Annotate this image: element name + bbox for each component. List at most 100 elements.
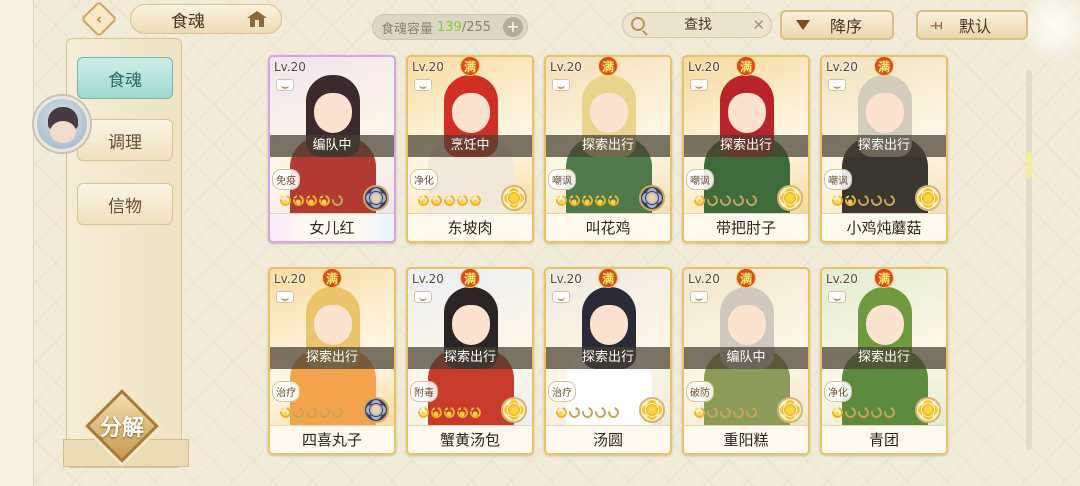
card-name: 汤圆: [546, 425, 670, 453]
star-rating: [415, 192, 484, 209]
food-soul-card[interactable]: Lv.20 满 探索出行 治疗 汤圆: [544, 267, 672, 455]
star-icon: [467, 192, 484, 209]
star-icon: [605, 192, 622, 209]
home-icon[interactable]: [246, 10, 268, 28]
role-badge: 附毒: [410, 381, 438, 402]
role-badge: 破防: [686, 381, 714, 402]
food-soul-card[interactable]: Lv.20 满 探索出行 治疗 四喜丸子: [268, 267, 396, 455]
star-icon: [277, 404, 294, 421]
clear-icon[interactable]: ✕: [752, 16, 765, 34]
teacup-icon: [552, 291, 570, 303]
triangle-down-icon: [796, 20, 810, 30]
star-rating: [691, 404, 760, 421]
food-soul-card[interactable]: Lv.20 满 探索出行 净化 青团: [820, 267, 948, 455]
food-soul-card[interactable]: Lv.20 满 探索出行 嘲讽 带把肘子: [682, 55, 810, 243]
card-level: Lv.20: [550, 272, 582, 286]
flower-icon: [507, 191, 521, 205]
star-icon: [855, 192, 872, 209]
sort-mode-button[interactable]: ⫞⫞ 默认: [916, 10, 1028, 40]
star-icon: [704, 192, 721, 209]
tab-tokens[interactable]: 信物: [77, 183, 173, 225]
star-icon: [717, 192, 734, 209]
star-icon: [428, 404, 445, 421]
food-soul-card[interactable]: Lv.20 满 编队中 破防 重阳糕: [682, 267, 810, 455]
fate-flower-badge: [363, 397, 389, 423]
card-level: Lv.20: [688, 60, 720, 74]
star-icon: [553, 192, 570, 209]
capacity-total: /255: [461, 19, 492, 35]
star-icon: [415, 404, 432, 421]
flower-icon: [507, 403, 521, 417]
card-status: 探索出行: [684, 135, 808, 157]
star-icon: [329, 404, 346, 421]
teacup-icon: [414, 79, 432, 91]
card-name: 青团: [822, 425, 946, 453]
food-soul-card[interactable]: Lv.20 满 探索出行 嘲讽 小鸡炖蘑菇: [820, 55, 948, 243]
food-soul-card[interactable]: Lv.20 满 烹饪中 净化 东坡肉: [406, 55, 534, 243]
role-badge: 嘲讽: [548, 169, 576, 190]
tab-food-soul[interactable]: 食魂: [77, 57, 173, 99]
capacity-used: 139: [437, 19, 462, 35]
flower-icon: [783, 191, 797, 205]
card-status: 探索出行: [546, 135, 670, 157]
flower-icon: [645, 403, 659, 417]
star-icon: [441, 192, 458, 209]
fate-flower-badge: [777, 185, 803, 211]
star-icon: [704, 404, 721, 421]
card-status: 编队中: [270, 135, 394, 157]
card-status: 烹饪中: [408, 135, 532, 157]
star-icon: [553, 404, 570, 421]
star-rating: [553, 404, 622, 421]
teacup-icon: [276, 79, 294, 91]
teacup-icon: [414, 291, 432, 303]
star-icon: [290, 192, 307, 209]
star-icon: [881, 192, 898, 209]
card-name: 女儿红: [270, 213, 394, 241]
card-name: 四喜丸子: [270, 425, 394, 453]
flower-icon: [783, 403, 797, 417]
floating-avatar[interactable]: [34, 96, 90, 152]
star-icon: [829, 404, 846, 421]
card-status: 探索出行: [822, 347, 946, 369]
card-level: Lv.20: [688, 272, 720, 286]
food-soul-card[interactable]: Lv.20 编队中 免疫 女儿红: [268, 55, 396, 243]
card-status: 探索出行: [822, 135, 946, 157]
search-box[interactable]: ✕: [622, 12, 772, 38]
card-name: 带把肘子: [684, 213, 808, 241]
food-soul-card[interactable]: Lv.20 满 探索出行 附毒 蟹黄汤包: [406, 267, 534, 455]
flower-icon: [921, 191, 935, 205]
character-face: [866, 305, 904, 345]
star-icon: [303, 192, 320, 209]
character-face: [728, 93, 766, 133]
tab-conditioning[interactable]: 调理: [77, 119, 173, 161]
fate-flower-badge: [915, 185, 941, 211]
decompose-button[interactable]: 分解: [85, 389, 159, 463]
star-icon: [868, 192, 885, 209]
teacup-icon: [828, 79, 846, 91]
card-level: Lv.20: [412, 272, 444, 286]
scrollbar-track[interactable]: [1026, 70, 1032, 450]
search-input[interactable]: [653, 16, 743, 34]
character-face: [866, 93, 904, 133]
flower-icon: [369, 403, 383, 417]
star-icon: [316, 192, 333, 209]
star-icon: [592, 192, 609, 209]
scrollbar-thumb[interactable]: [1026, 152, 1032, 178]
capacity-add-button[interactable]: +: [503, 17, 523, 37]
teacup-icon: [552, 79, 570, 91]
food-soul-card[interactable]: Lv.20 满 探索出行 嘲讽 叫花鸡: [544, 55, 672, 243]
star-icon: [842, 192, 859, 209]
star-icon: [579, 192, 596, 209]
back-button[interactable]: ‹: [80, 0, 118, 38]
fate-flower-badge: [639, 397, 665, 423]
sort-order-button[interactable]: 降序: [780, 10, 894, 40]
capacity-display: 食魂容量 139 /255 +: [372, 14, 528, 40]
card-name: 蟹黄汤包: [408, 425, 532, 453]
search-icon: [631, 17, 645, 31]
card-status: 编队中: [684, 347, 808, 369]
star-icon: [592, 404, 609, 421]
sort-mode-label: 默认: [959, 17, 992, 36]
star-icon: [329, 192, 346, 209]
star-icon: [829, 192, 846, 209]
star-rating: [277, 404, 346, 421]
